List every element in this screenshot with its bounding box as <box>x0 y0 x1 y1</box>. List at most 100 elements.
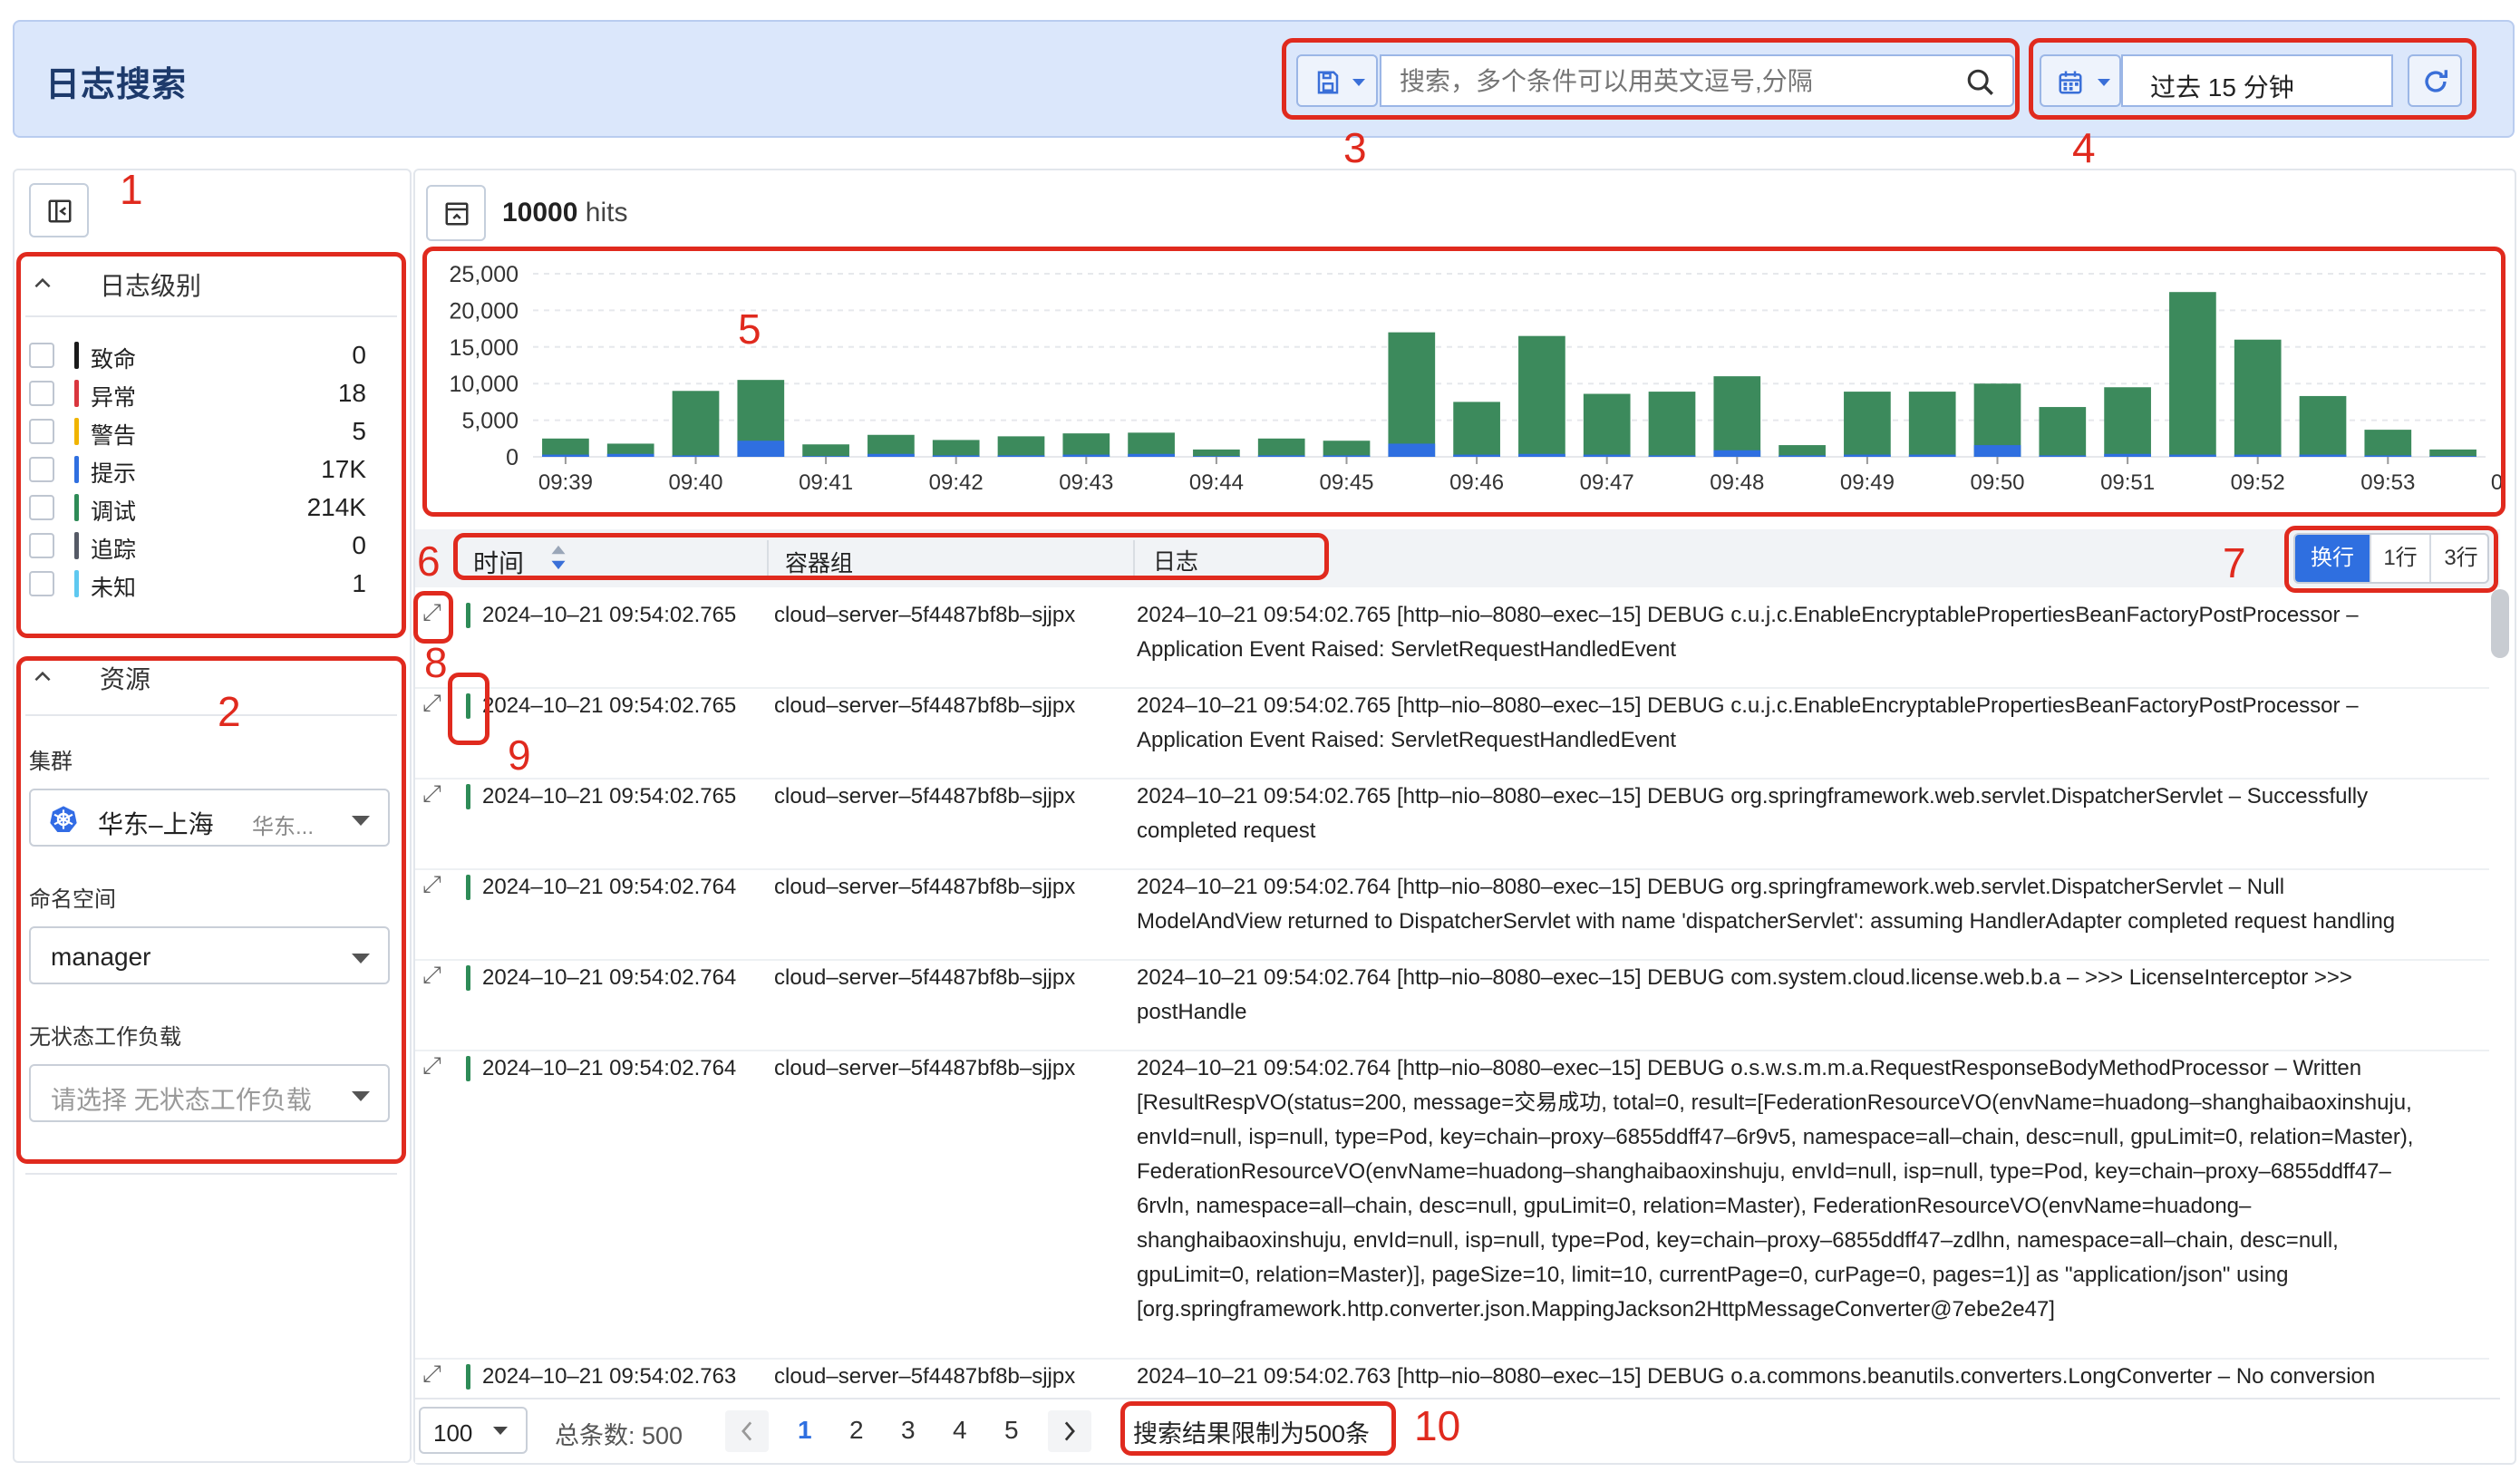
row-log: 2024–10–21 09:54:02.765 [http–nio–8080–e… <box>1137 780 2460 848</box>
table-row[interactable]: ⤢ 2024–10–21 09:54:02.764 cloud–server–5f4… <box>415 1051 2489 1360</box>
expand-row-icon[interactable]: ⤢ <box>422 1360 441 1389</box>
row-level-bar <box>466 1364 470 1390</box>
annotation-number-3: 3 <box>1343 124 1367 171</box>
annotation-number-1: 1 <box>120 166 143 213</box>
row-time: 2024–10–21 09:54:02.763 <box>482 1364 737 1389</box>
chevron-down-icon <box>493 1427 508 1435</box>
collapse-panel-icon <box>48 199 72 223</box>
page-title: 日志搜索 <box>45 66 188 104</box>
page-number[interactable]: 2 <box>849 1416 864 1445</box>
prev-page-button[interactable] <box>725 1410 769 1452</box>
row-log: 2024–10–21 09:54:02.764 [http–nio–8080–e… <box>1137 1051 2460 1327</box>
row-time: 2024–10–21 09:54:02.764 <box>482 875 737 899</box>
page-number[interactable]: 1 <box>798 1416 812 1445</box>
row-log-line: 2024–10–21 09:54:02.765 [http–nio–8080–e… <box>1137 603 2359 627</box>
expand-row-icon[interactable]: ⤢ <box>422 780 441 809</box>
row-pod: cloud–server–5f4487bf8b–sjjpx <box>774 693 1076 718</box>
row-log-line: 2024–10–21 09:54:02.764 [http–nio–8080–e… <box>1137 965 2352 990</box>
row-time: 2024–10–21 09:54:02.765 <box>482 603 737 627</box>
annotation-box-1 <box>16 252 406 638</box>
chevron-right-icon <box>1064 1421 1075 1441</box>
row-log-line: Application Event Raised: ServletRequest… <box>1137 637 1677 662</box>
row-log: 2024–10–21 09:54:02.764 [http–nio–8080–e… <box>1137 961 2460 1030</box>
row-pod: cloud–server–5f4487bf8b–sjjpx <box>774 784 1076 809</box>
row-log-line: [ResultRespVO(status=200, message=交易成功, … <box>1137 1090 2412 1115</box>
row-time: 2024–10–21 09:54:02.765 <box>482 693 737 718</box>
expand-row-icon[interactable]: ⤢ <box>422 689 441 718</box>
row-time: 2024–10–21 09:54:02.764 <box>482 1056 737 1080</box>
row-level-bar <box>466 603 470 628</box>
row-pod: cloud–server–5f4487bf8b–sjjpx <box>774 965 1076 990</box>
hits-unit: hits <box>585 198 628 228</box>
annotation-number-4: 4 <box>2072 124 2096 171</box>
collapse-sidebar-button[interactable] <box>29 183 89 237</box>
annotation-number-10: 10 <box>1414 1402 1461 1449</box>
expand-row-icon[interactable]: ⤢ <box>422 870 441 899</box>
row-pod: cloud–server–5f4487bf8b–sjjpx <box>774 1364 1076 1389</box>
row-pod: cloud–server–5f4487bf8b–sjjpx <box>774 1056 1076 1080</box>
row-log-line: 2024–10–21 09:54:02.763 [http–nio–8080–e… <box>1137 1364 2376 1389</box>
table-row[interactable]: ⤢ 2024–10–21 09:54:02.765 cloud–server–5f4… <box>415 689 2489 780</box>
row-log-line: 6rvln, namespace=all–chain, desc=null, g… <box>1137 1194 2252 1218</box>
expand-row-icon[interactable]: ⤢ <box>422 1051 441 1080</box>
annotation-box-6 <box>453 533 1329 580</box>
annotation-box-7 <box>2284 526 2498 593</box>
next-page-button[interactable] <box>1048 1410 1091 1452</box>
row-log-line: Application Event Raised: ServletRequest… <box>1137 728 1677 752</box>
row-log-line: 2024–10–21 09:54:02.765 [http–nio–8080–e… <box>1137 784 2369 809</box>
row-log-line: [org.springframework.http.converter.json… <box>1137 1297 2055 1322</box>
page-size-value: 100 <box>433 1419 473 1447</box>
sidebar-divider <box>25 1173 397 1175</box>
row-pod: cloud–server–5f4487bf8b–sjjpx <box>774 875 1076 899</box>
annotation-box-4 <box>2029 38 2476 120</box>
row-level-bar <box>466 1056 470 1081</box>
chevron-left-icon <box>741 1421 752 1441</box>
row-log: 2024–10–21 09:54:02.765 [http–nio–8080–e… <box>1137 598 2460 667</box>
annotation-number-6: 6 <box>417 537 441 585</box>
toggle-chart-button[interactable] <box>426 185 486 241</box>
annotation-number-7: 7 <box>2223 539 2246 586</box>
row-log-line: ModelAndView returned to DispatcherServl… <box>1137 909 2396 934</box>
annotation-box-5 <box>422 247 2505 517</box>
annotation-box-9 <box>448 673 489 745</box>
annotation-number-8: 8 <box>424 639 448 686</box>
table-row[interactable]: ⤢ 2024–10–21 09:54:02.764 cloud–server–5f4… <box>415 961 2489 1051</box>
page-number[interactable]: 3 <box>901 1416 916 1445</box>
table-row[interactable]: ⤢ 2024–10–21 09:54:02.764 cloud–server–5f4… <box>415 870 2489 961</box>
chart-panel-icon <box>445 202 469 226</box>
hits-number: 10000 <box>502 198 578 228</box>
row-log-line: FederationResourceVO(envName=huadong–sha… <box>1137 1159 2391 1184</box>
annotation-number-5: 5 <box>738 305 761 353</box>
row-log-line: 2024–10–21 09:54:02.765 [http–nio–8080–e… <box>1137 693 2359 718</box>
row-pod: cloud–server–5f4487bf8b–sjjpx <box>774 603 1076 627</box>
table-scrollbar[interactable] <box>2491 589 2509 658</box>
annotation-number-9: 9 <box>508 731 531 779</box>
row-log: 2024–10–21 09:54:02.763 [http–nio–8080–e… <box>1137 1360 2460 1394</box>
expand-row-icon[interactable]: ⤢ <box>422 961 441 990</box>
row-log: 2024–10–21 09:54:02.765 [http–nio–8080–e… <box>1137 689 2460 758</box>
page-size-select[interactable]: 100 <box>419 1407 528 1454</box>
page-number[interactable]: 5 <box>1004 1416 1019 1445</box>
annotation-box-8 <box>413 591 453 644</box>
total-count: 总条数: 500 <box>555 1422 683 1449</box>
row-log-line: 2024–10–21 09:54:02.764 [http–nio–8080–e… <box>1137 875 2285 899</box>
row-level-bar <box>466 965 470 991</box>
row-log-line: 2024–10–21 09:54:02.764 [http–nio–8080–e… <box>1137 1056 2362 1080</box>
hits-count: 10000 hits <box>502 198 627 228</box>
row-level-bar <box>466 784 470 809</box>
row-time: 2024–10–21 09:54:02.765 <box>482 784 737 809</box>
annotation-box-3 <box>1282 38 2020 120</box>
row-log-line: completed request <box>1137 818 1316 843</box>
page-number[interactable]: 4 <box>953 1416 967 1445</box>
row-log-line: envId=null, isp=null, type=Pod, key=chai… <box>1137 1125 2414 1149</box>
row-log-line: shanghaibaoxinshuju, envId=null, isp=nul… <box>1137 1228 2339 1253</box>
table-row[interactable]: ⤢ 2024–10–21 09:54:02.765 cloud–server–5f4… <box>415 598 2489 689</box>
row-log: 2024–10–21 09:54:02.764 [http–nio–8080–e… <box>1137 870 2460 939</box>
annotation-box-10 <box>1120 1401 1396 1456</box>
annotation-number-2: 2 <box>218 688 241 735</box>
table-row[interactable]: ⤢ 2024–10–21 09:54:02.765 cloud–server–5f4… <box>415 780 2489 870</box>
row-time: 2024–10–21 09:54:02.764 <box>482 965 737 990</box>
row-log-line: gpuLimit=0, relation=Master)], pageSize=… <box>1137 1263 2289 1287</box>
row-log-line: postHandle <box>1137 1000 1247 1024</box>
annotation-box-2 <box>16 656 406 1164</box>
